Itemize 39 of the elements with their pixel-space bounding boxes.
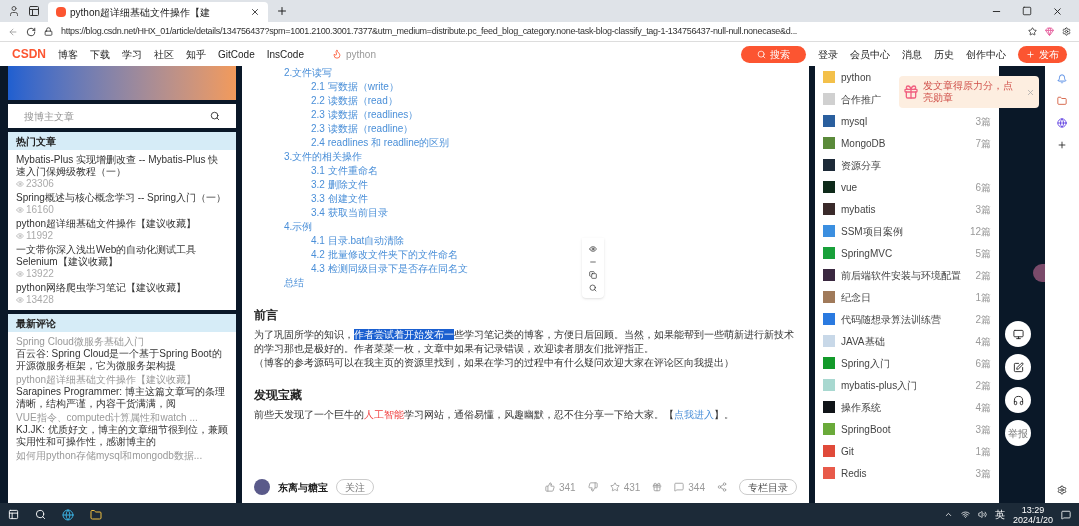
view-count: 11992 [26, 230, 54, 242]
article-count: 5篇 [975, 246, 991, 261]
comment-text: KJ.JK: 优质好文，博主的文章细节很到位，兼顾实用性和可操作性，感谢博主的 [16, 424, 228, 448]
article-count: 4篇 [975, 334, 991, 349]
search-hint: python [345, 47, 376, 62]
like-count: 341 [558, 480, 576, 495]
clock-time: 13:29 [1021, 504, 1045, 515]
article-count: 4篇 [975, 400, 991, 415]
clock-date: 2024/1/20 [1012, 514, 1053, 525]
comment-count: 344 [688, 480, 705, 495]
section-heading: 前言 [254, 307, 278, 324]
article-count: 1篇 [975, 444, 991, 459]
paragraph: 为了巩固所学的知识，作者尝试着开始发布一些学习笔记类的博客，方便日后回顾。当然，如果能帮到一些萌新进行新技术的学习那也是极好的。作者菜菜一枚，文章中如果有记录错误，欢迎读者朋友们批评指正。 [254, 328, 795, 356]
tab-title: python超详细基础文件操作【建 [70, 5, 211, 20]
article-count: 3篇 [975, 114, 991, 129]
article-count: 7篇 [975, 136, 991, 151]
article-count: 3篇 [975, 466, 991, 481]
view-count: 23306 [26, 178, 54, 190]
card-title: 最新评论 [8, 314, 236, 332]
card-title: 热门文章 [8, 132, 236, 150]
article-count: 2篇 [975, 312, 991, 327]
article-count: 2篇 [975, 378, 991, 393]
article-count: 6篇 [975, 180, 991, 195]
article-count: 6篇 [975, 356, 991, 371]
paragraph: （博客的参考源码可以在我主页的资源里找到，如果在学习的过程中有什么疑问欢迎大家在评论区向我提出） [254, 356, 734, 370]
article-count: 3篇 [975, 422, 991, 437]
paragraph: 前些天发现了一个巨牛的人工智能学习网站，通俗易懂，风趣幽默，忍不住分享一下给大家。【点我进入】。 [254, 408, 734, 422]
view-count: 13428 [26, 294, 54, 306]
article-count: 1篇 [975, 290, 991, 305]
favorite-count: 431 [623, 480, 641, 495]
view-count: 16160 [26, 204, 54, 216]
promo-tooltip: 发文章得原力分，点亮勋章 [899, 76, 1039, 108]
article-count: 12篇 [969, 224, 991, 239]
article-count: 2篇 [975, 268, 991, 283]
article-count: 3篇 [975, 202, 991, 217]
comment-text: Sarapines Programmer: 博主这篇文章写的条理清晰，结构严谨，内容干货满满，阅 [16, 386, 226, 410]
section-heading: 发现宝藏 [254, 387, 302, 404]
view-count: 13922 [26, 268, 54, 280]
comment-text: 百云谷: Spring Cloud是一个基于Spring Boot的开源微服务框架，它为微服务架构提 [16, 348, 223, 372]
